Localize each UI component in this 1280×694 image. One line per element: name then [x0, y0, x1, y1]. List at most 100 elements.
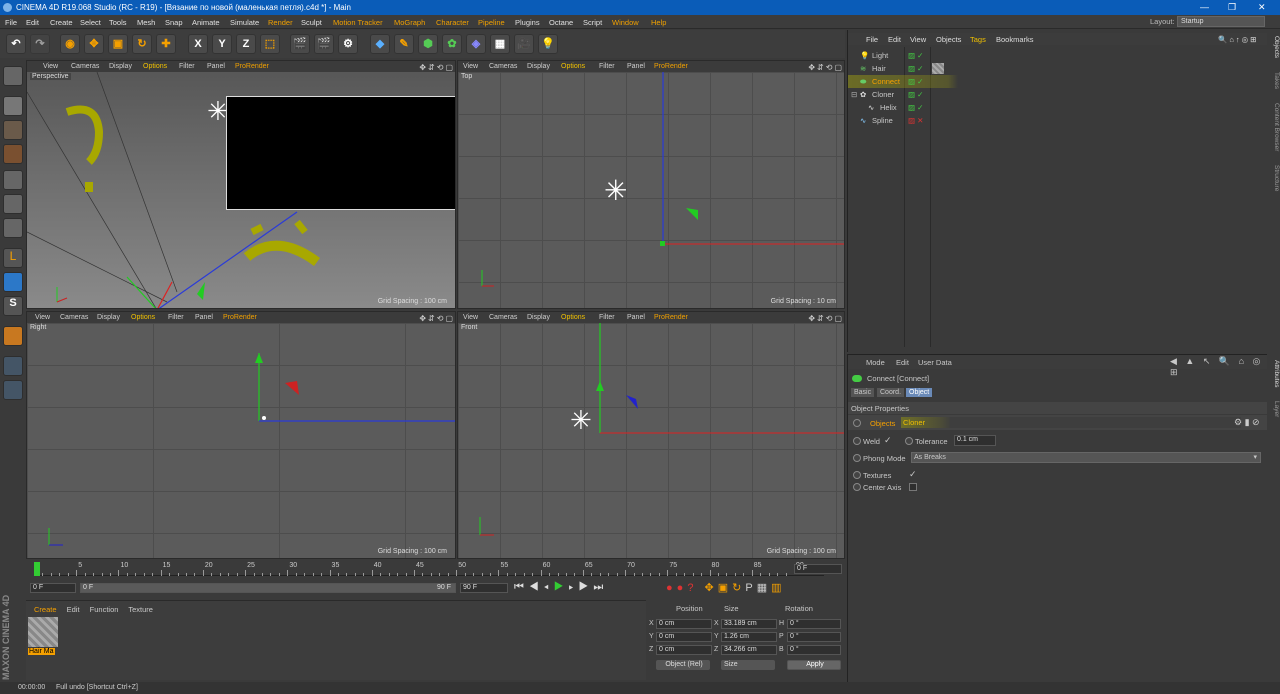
mat-menu-texture[interactable]: Texture [128, 605, 153, 614]
object-name[interactable]: Connect [872, 77, 900, 86]
object-name[interactable]: Hair [872, 64, 886, 73]
object-name[interactable]: Helix [880, 103, 897, 112]
edges-mode-icon[interactable] [3, 194, 23, 214]
menu-animate[interactable]: Animate [192, 18, 220, 27]
vp-menu-cameras[interactable]: Cameras [71, 63, 99, 70]
tab-object[interactable]: Object [906, 388, 933, 397]
vp-menu-options[interactable]: Options [561, 314, 585, 321]
menu-help[interactable]: Help [651, 18, 666, 27]
menu-edit[interactable]: Edit [26, 18, 39, 27]
object-row-selected[interactable]: ⬬ Connect ▨ ✓ [848, 75, 1268, 88]
position-z-field[interactable]: 0 cm [656, 645, 712, 655]
rotation-b-field[interactable]: 0 ° [787, 645, 841, 655]
menu-octane[interactable]: Octane [549, 18, 573, 27]
vp-menu-display[interactable]: Display [527, 314, 550, 321]
deformer-icon[interactable]: ◈ [466, 34, 486, 54]
model-mode-icon[interactable] [3, 96, 23, 116]
subdivision-surface-icon[interactable]: ⬢ [418, 34, 438, 54]
undo-icon[interactable]: ↶ [6, 34, 26, 54]
vp-menu-prorender[interactable]: ProRender [223, 314, 257, 321]
vp-menu-panel[interactable]: Panel [207, 63, 225, 70]
menu-file[interactable]: File [5, 18, 17, 27]
om-menu-file[interactable]: File [866, 35, 878, 44]
om-menu-tags[interactable]: Tags [970, 35, 986, 44]
position-y-field[interactable]: 0 cm [656, 632, 712, 642]
mat-menu-create[interactable]: Create [34, 605, 57, 614]
om-menu-bookmarks[interactable]: Bookmarks [996, 35, 1034, 44]
viewport-nav-icons[interactable]: ✥⇵⟲▢ [419, 63, 455, 72]
visibility-toggle-icon[interactable]: ▨ ✓ [908, 90, 923, 99]
link-field-icons[interactable]: ⚙ ▮ ⊘ [1234, 417, 1260, 428]
tolerance-field[interactable]: 0.1 cm [954, 435, 996, 446]
apply-button[interactable]: Apply [787, 660, 841, 670]
menu-snap[interactable]: Snap [165, 18, 183, 27]
polygons-mode-icon[interactable] [3, 218, 23, 238]
material-name[interactable]: Hair Ma [28, 648, 55, 655]
vp-menu-cameras[interactable]: Cameras [60, 314, 88, 321]
menu-plugins[interactable]: Plugins [515, 18, 540, 27]
vp-menu-cameras[interactable]: Cameras [489, 63, 517, 70]
menu-mesh[interactable]: Mesh [137, 18, 155, 27]
coordinate-mode-select[interactable]: Object (Rel) [656, 660, 710, 670]
floor-icon[interactable]: ▦ [490, 34, 510, 54]
viewport-perspective[interactable]: View Cameras Display Options Filter Pane… [26, 60, 456, 309]
menu-sculpt[interactable]: Sculpt [301, 18, 322, 27]
side-tab-attributes[interactable]: Attributes [1273, 360, 1280, 387]
minimize-button[interactable]: — [1200, 2, 1209, 12]
attr-menu-user-data[interactable]: User Data [918, 358, 952, 367]
side-tab-objects[interactable]: Objects [1273, 36, 1280, 58]
vp-menu-filter[interactable]: Filter [168, 314, 184, 321]
vp-menu-filter[interactable]: Filter [179, 63, 195, 70]
material-swatch[interactable] [28, 617, 58, 647]
viewport-front[interactable]: View Cameras Display Options Filter Pane… [457, 311, 845, 559]
weld-checkbox[interactable]: ✓ [884, 435, 892, 446]
start-frame-field[interactable]: 0 F [30, 583, 76, 593]
object-name[interactable]: Cloner [872, 90, 894, 99]
solo-mode-icon[interactable] [3, 380, 23, 400]
menu-mograph[interactable]: MoGraph [394, 18, 425, 27]
om-menu-view[interactable]: View [910, 35, 926, 44]
vp-menu-view[interactable]: View [463, 63, 478, 70]
texture-mode-icon[interactable] [3, 120, 23, 140]
current-frame-field[interactable]: 0 F [794, 564, 842, 574]
render-region-frame[interactable] [226, 96, 455, 210]
z-axis-lock-button[interactable]: Z [236, 34, 256, 54]
render-settings-icon[interactable]: ⚙ [338, 34, 358, 54]
tab-coord[interactable]: Coord. [877, 388, 905, 397]
cloner-icon[interactable]: ✿ [442, 34, 462, 54]
close-button[interactable]: ✕ [1258, 2, 1266, 13]
om-toolbar-icons[interactable]: 🔍⌂↑◎⊞ [1218, 35, 1258, 44]
objects-link-field[interactable]: Cloner [901, 417, 1241, 428]
object-name[interactable]: Spline [872, 116, 893, 125]
vp-menu-view[interactable]: View [463, 314, 478, 321]
object-row[interactable]: 💡 Light ▨ ✓ [848, 49, 1268, 62]
move-tool-icon[interactable]: ✥ [84, 34, 104, 54]
object-row[interactable]: ≋ Hair ▨ ✓ [848, 62, 1268, 75]
mat-menu-function[interactable]: Function [90, 605, 119, 614]
object-name[interactable]: Light [872, 51, 888, 60]
side-tab-takes[interactable]: Takes [1273, 72, 1280, 89]
x-axis-lock-button[interactable]: X [188, 34, 208, 54]
soft-selection-icon[interactable] [3, 356, 23, 376]
attr-nav-icons[interactable]: ◀ ▲ ↖ 🔍 ⌂ ◎ ⊞ [1170, 356, 1268, 378]
menu-select[interactable]: Select [80, 18, 101, 27]
animate-toggle[interactable] [853, 483, 861, 491]
rotation-p-field[interactable]: 0 ° [787, 632, 841, 642]
collapse-toggle-icon[interactable]: ⊟ [851, 90, 857, 99]
menu-pipeline[interactable]: Pipeline [478, 18, 505, 27]
om-menu-objects[interactable]: Objects [936, 35, 961, 44]
timeline-ruler[interactable]: 051015202530354045505560657075808590 [34, 562, 824, 576]
menu-script[interactable]: Script [583, 18, 602, 27]
tweak-mode-icon[interactable] [3, 272, 23, 292]
visibility-toggle-icon[interactable]: ▨ ✓ [908, 103, 923, 112]
rotate-tool-icon[interactable]: ↻ [132, 34, 152, 54]
tab-basic[interactable]: Basic [851, 388, 875, 397]
object-row[interactable]: ⊟ ✿ Cloner ▨ ✓ [848, 88, 1268, 101]
size-z-field[interactable]: 34.266 cm [721, 645, 777, 655]
vp-menu-options[interactable]: Options [143, 63, 167, 70]
points-mode-icon[interactable] [3, 170, 23, 190]
textures-checkbox[interactable]: ✓ [909, 469, 917, 480]
snap-icon[interactable]: S [3, 296, 23, 316]
object-row[interactable]: ∿ Helix ▨ ✓ [848, 101, 1268, 114]
visibility-toggle-icon[interactable]: ▨ ✓ [908, 51, 923, 60]
